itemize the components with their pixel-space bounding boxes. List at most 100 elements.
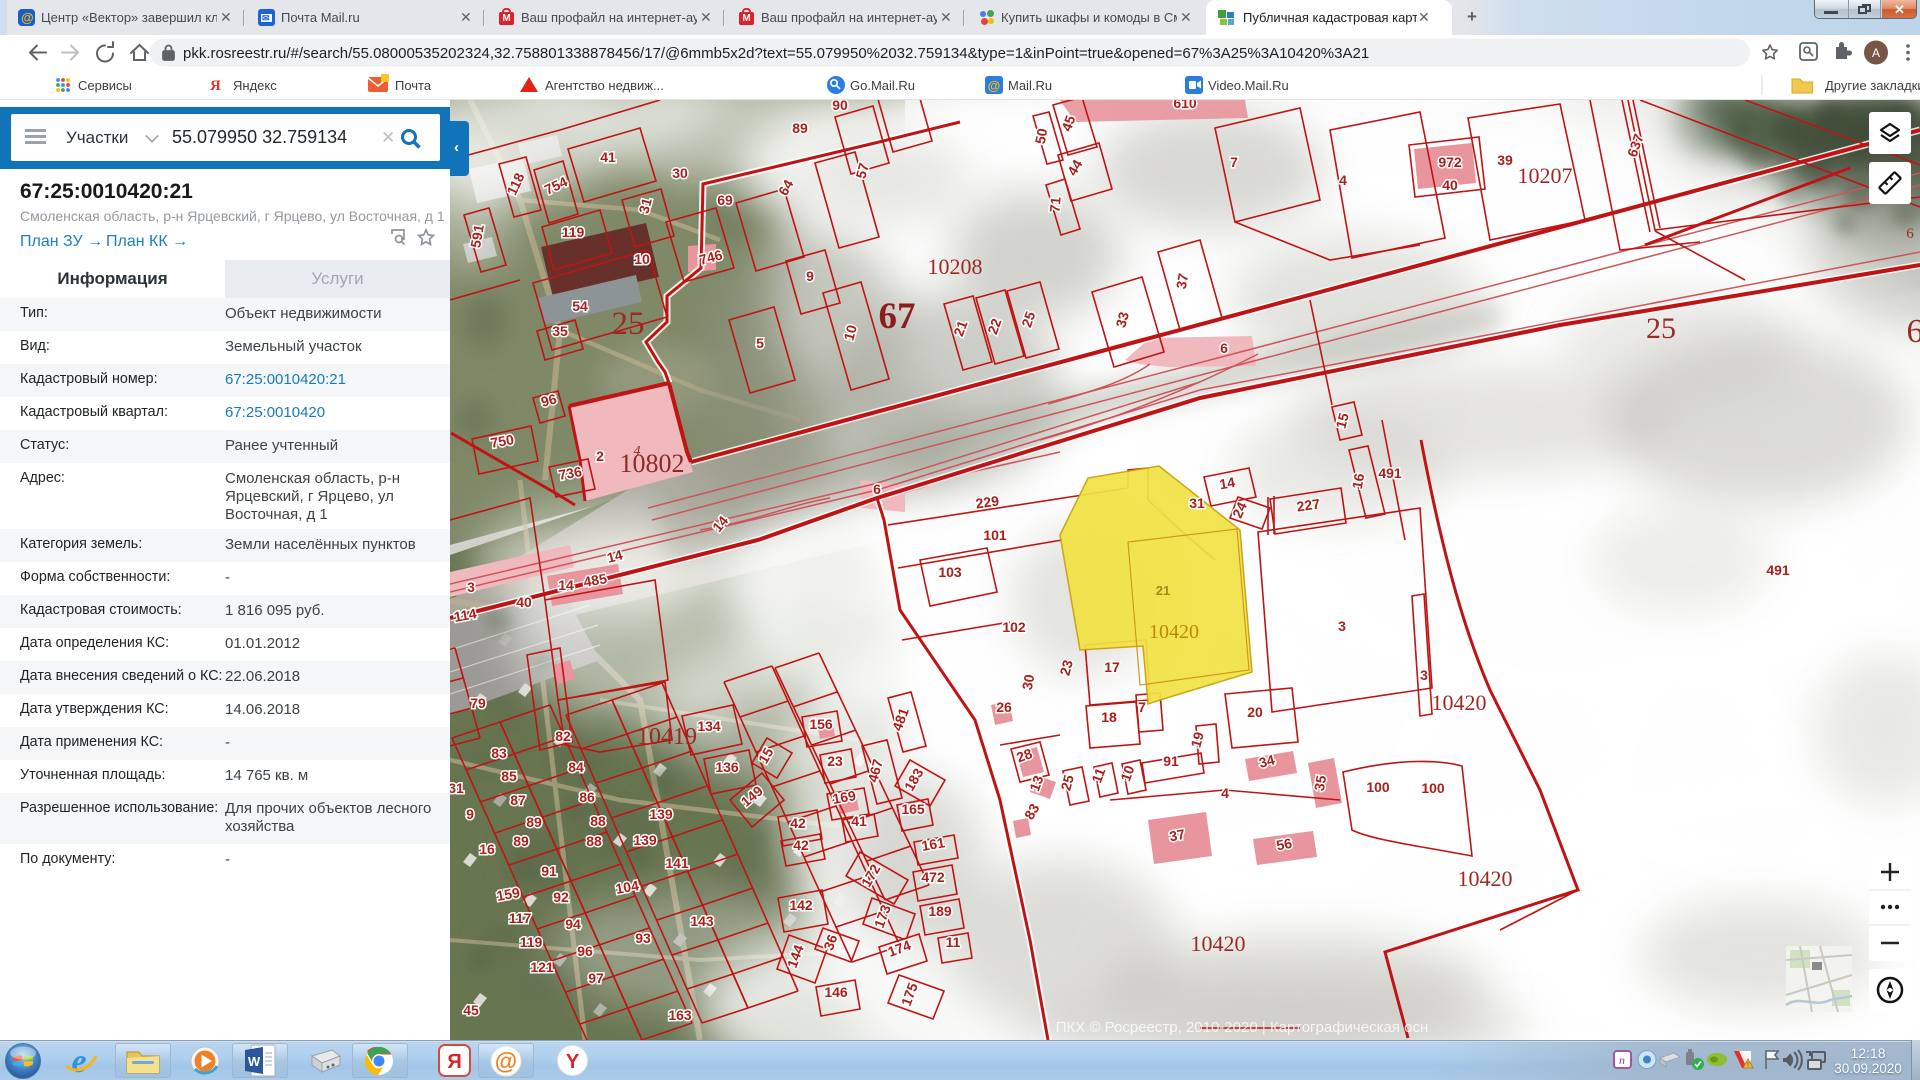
svg-text:103: 103 [938,564,962,580]
svg-text:82: 82 [555,728,571,744]
svg-text:10207: 10207 [1518,163,1573,188]
svg-text:94: 94 [565,916,581,932]
svg-text:23: 23 [827,753,843,769]
svg-text:3: 3 [1338,618,1346,634]
svg-text:37: 37 [1173,272,1191,290]
svg-text:102: 102 [1002,619,1026,635]
svg-text:6: 6 [1906,226,1914,242]
svg-text:16: 16 [1349,472,1367,490]
svg-text:88: 88 [590,813,606,829]
svg-text:97: 97 [588,970,604,986]
svg-text:Я: Я [447,1051,461,1073]
svg-text:30: 30 [1019,673,1037,691]
svg-text:41: 41 [851,813,867,829]
svg-text:10419: 10419 [637,724,697,750]
svg-text:A: A [1872,46,1880,60]
svg-text:35: 35 [552,323,568,339]
svg-text:!: ! [1747,1062,1749,1069]
svg-text:146: 146 [824,984,848,1000]
svg-text:85: 85 [501,768,517,784]
svg-text:189: 189 [928,903,952,919]
svg-text:491: 491 [1766,562,1790,578]
svg-text:Я: Я [210,78,221,94]
svg-text:45: 45 [463,1002,479,1018]
svg-text:@: @ [495,1048,517,1074]
svg-text:6: 6 [1907,313,1920,350]
svg-text:42: 42 [790,815,806,831]
svg-text:139: 139 [633,832,657,848]
svg-text:9: 9 [806,268,814,284]
svg-text:ПКХ © Росреестр, 2010-2020 | К: ПКХ © Росреестр, 2010-2020 | Картографич… [1056,1019,1428,1036]
svg-text:100: 100 [1421,780,1445,796]
svg-text:30: 30 [672,165,688,181]
svg-text:117: 117 [509,910,532,926]
svg-text:96: 96 [577,943,593,959]
svg-text:142: 142 [789,897,813,913]
svg-text:4: 4 [1221,785,1229,801]
svg-text:Y: Y [566,1051,580,1073]
svg-text:472: 472 [921,869,945,885]
svg-text:121: 121 [530,959,554,975]
svg-text:n: n [1619,1053,1625,1067]
svg-text:10420: 10420 [1432,690,1487,715]
svg-text:141: 141 [665,855,689,871]
svg-text:10420: 10420 [1149,621,1199,643]
svg-text:101: 101 [983,527,1007,543]
svg-text:79: 79 [470,695,486,711]
svg-text:89: 89 [526,814,542,830]
svg-text:40: 40 [1442,177,1458,193]
svg-text:10208: 10208 [928,254,983,279]
svg-text:89: 89 [513,833,529,849]
svg-text:54: 54 [572,298,588,314]
svg-text:56: 56 [1275,835,1293,853]
svg-text:50: 50 [1032,127,1050,145]
svg-text:39: 39 [1497,152,1513,168]
svg-text:18: 18 [1101,709,1117,725]
svg-text:71: 71 [1046,196,1063,213]
svg-text:3: 3 [1420,667,1428,683]
svg-text:91: 91 [541,863,557,879]
svg-text:14: 14 [558,577,574,593]
svg-text:143: 143 [690,913,714,929]
svg-text:90: 90 [832,100,848,113]
svg-text:4: 4 [1339,172,1347,188]
svg-text:91: 91 [1163,753,1179,769]
svg-text:92: 92 [553,889,569,905]
svg-text:88: 88 [586,833,602,849]
svg-text:37: 37 [1168,826,1186,844]
svg-text:67: 67 [879,296,916,337]
svg-text:134: 134 [697,718,721,734]
svg-text:26: 26 [996,699,1012,715]
svg-text:87: 87 [510,792,526,808]
svg-text:14: 14 [1218,474,1236,492]
svg-text:42: 42 [793,837,809,853]
svg-text:31: 31 [1189,495,1205,511]
svg-text:35: 35 [1311,774,1329,792]
svg-text:227: 227 [1296,495,1322,514]
svg-text:20: 20 [1247,704,1263,720]
svg-text:83: 83 [491,745,507,761]
svg-text:9: 9 [466,806,474,822]
svg-text:41: 41 [600,149,616,165]
svg-text:10802: 10802 [620,449,685,478]
svg-text:6: 6 [1220,340,1228,356]
svg-text:84: 84 [568,759,584,775]
svg-text:10420: 10420 [1191,931,1246,956]
svg-text:119: 119 [562,224,585,240]
svg-text:139: 139 [649,806,673,822]
svg-text:5: 5 [756,335,764,351]
svg-text:21: 21 [1156,583,1170,598]
svg-text:7: 7 [1138,699,1146,715]
svg-text:3: 3 [467,579,475,595]
svg-text:491: 491 [1378,465,1402,481]
svg-text:10420: 10420 [1458,866,1513,891]
svg-text:972: 972 [1438,154,1462,170]
svg-text:11: 11 [946,934,961,950]
svg-text:163: 163 [668,1007,692,1023]
svg-text:6: 6 [873,481,881,497]
svg-text:69: 69 [717,192,733,208]
svg-text:10: 10 [634,251,650,267]
svg-text:40: 40 [516,594,532,610]
svg-text:93: 93 [635,930,651,946]
svg-text:119: 119 [520,934,543,950]
